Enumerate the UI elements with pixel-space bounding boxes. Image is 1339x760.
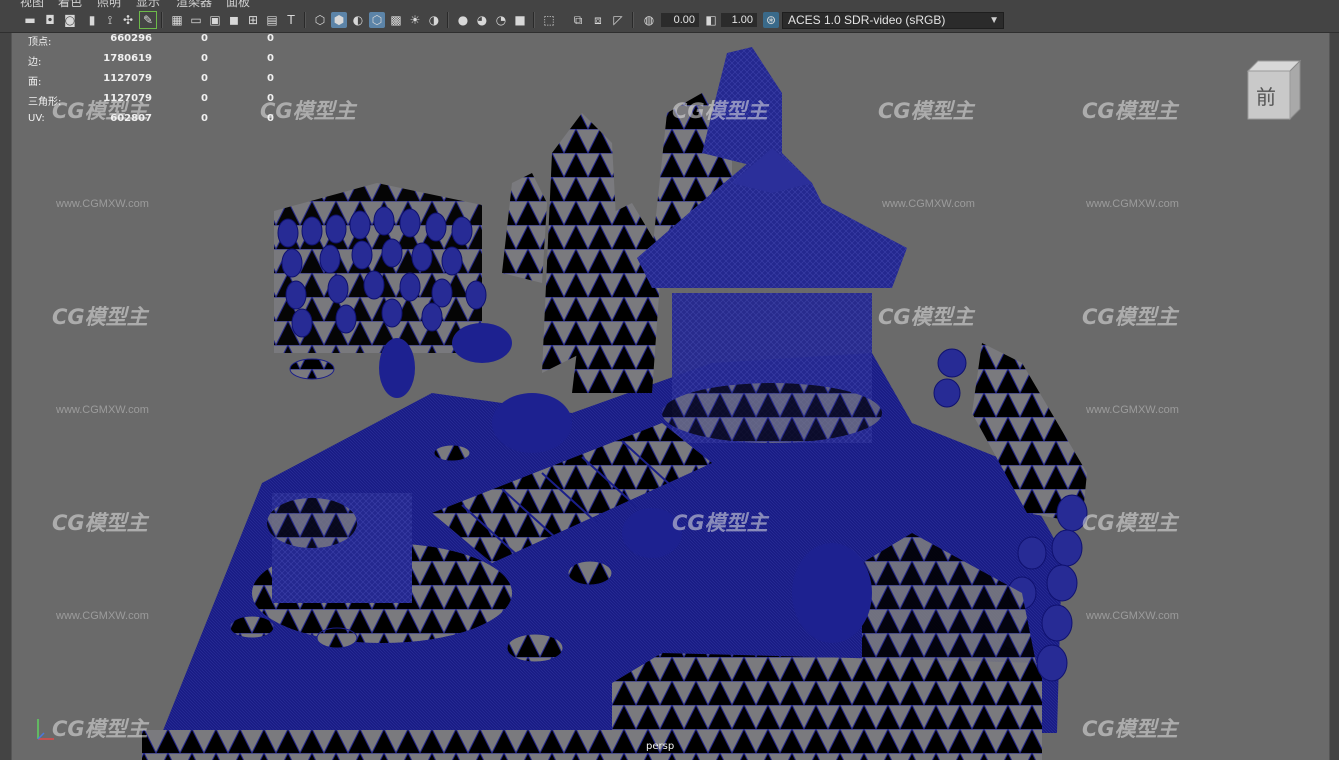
left-panel-edge xyxy=(0,33,11,760)
stat-value: 0 xyxy=(201,93,208,104)
xray-active-icon[interactable]: ■ xyxy=(512,12,528,28)
watermark-url: www.CGMXW.com xyxy=(1086,198,1179,210)
wireframe-icon[interactable]: ⊞ xyxy=(245,12,261,28)
textured-icon[interactable]: ⬡ xyxy=(312,12,328,28)
xray-icon[interactable]: ◕ xyxy=(474,12,490,28)
axis-gizmo xyxy=(37,719,54,740)
pavilion-platform xyxy=(662,383,882,443)
resolution-gate-icon[interactable]: ✎ xyxy=(139,11,157,29)
watermark-logo: CG模型主 xyxy=(52,305,148,329)
screen-space-ao-icon[interactable]: ⬡ xyxy=(369,12,385,28)
gamma-icon[interactable]: ◧ xyxy=(703,12,719,28)
base-skirt xyxy=(142,730,612,760)
watermark-logo: CG模型主 xyxy=(878,305,974,329)
stat-label: 边: xyxy=(28,57,42,68)
stat-value: 1127079 xyxy=(103,73,152,84)
menu-shading[interactable]: 着色 xyxy=(58,0,82,8)
watermark-logo: CG模型主 xyxy=(52,511,148,535)
smooth-shade-icon[interactable]: ▤ xyxy=(264,12,280,28)
stat-label: 面: xyxy=(28,77,42,88)
select-camera-icon[interactable]: ⧉ xyxy=(570,12,586,28)
exposure-field[interactable]: 0.00 xyxy=(661,13,699,27)
stat-value: 0 xyxy=(201,33,208,44)
color-space-value: ACES 1.0 SDR-video (sRGB) xyxy=(788,13,946,27)
flip-icon[interactable]: ◸ xyxy=(610,12,626,28)
stat-value: 0 xyxy=(267,93,274,104)
camera-attr-icon[interactable]: ◘ xyxy=(42,12,58,28)
3d-viewport[interactable]: CG模型主 CG模型主 CG模型主 CG模型主 CG模型主 CG模型主 CG模型… xyxy=(11,33,1330,760)
grid-icon[interactable]: ⟟ xyxy=(102,12,118,28)
gamma-field[interactable]: 1.00 xyxy=(721,13,757,27)
bookmark-icon[interactable]: ◙ xyxy=(62,12,78,28)
watermark-url: www.CGMXW.com xyxy=(56,610,149,622)
motion-blur-icon[interactable]: ▩ xyxy=(388,12,404,28)
color-space-select[interactable]: ACES 1.0 SDR-video (sRGB) ▼ xyxy=(782,12,1004,29)
stat-value: 0 xyxy=(201,73,208,84)
stat-label: 顶点: xyxy=(28,37,52,48)
menu-bar: 视图 着色 照明 显示 渲染器 面板 xyxy=(0,0,1339,8)
stat-label: 三角形: xyxy=(28,97,62,108)
menu-lighting[interactable]: 照明 xyxy=(97,0,121,8)
gate-mask-icon[interactable]: ▦ xyxy=(169,12,185,28)
two-sided-icon[interactable]: ⧈ xyxy=(590,12,606,28)
rock-d xyxy=(502,173,547,283)
menu-show[interactable]: 显示 xyxy=(136,0,160,8)
menu-view[interactable]: 视图 xyxy=(20,0,44,8)
view-cube[interactable]: 前 xyxy=(1244,59,1304,129)
watermark-url: www.CGMXW.com xyxy=(882,198,975,210)
watermark-logo: CG模型主 xyxy=(878,99,974,123)
watermark-logo: CG模型主 xyxy=(1082,99,1178,123)
watermark-logo: CG模型主 xyxy=(672,99,768,123)
field-chart-icon[interactable]: ▭ xyxy=(188,12,204,28)
stat-value: 0 xyxy=(267,33,274,44)
watermark-url: www.CGMXW.com xyxy=(1086,610,1179,622)
camera-icon[interactable]: ▬ xyxy=(22,12,38,28)
xray-joints-icon[interactable]: ◔ xyxy=(493,12,509,28)
film-gate-icon[interactable]: ✣ xyxy=(120,12,136,28)
watermark-logo: CG模型主 xyxy=(1082,305,1178,329)
stat-value: 1780619 xyxy=(103,53,152,64)
deck-roof xyxy=(267,498,357,548)
color-management-icon[interactable]: ⊛ xyxy=(763,12,779,28)
watermark-logo: CG模型主 xyxy=(672,511,768,535)
watermark-url: www.CGMXW.com xyxy=(56,404,149,416)
stat-value: 602807 xyxy=(110,113,152,124)
shadows-icon[interactable]: ◐ xyxy=(350,12,366,28)
wireframe-on-shaded-icon[interactable]: T xyxy=(283,12,299,28)
watermark-logo: CG模型主 xyxy=(260,99,356,123)
stat-value: 660296 xyxy=(110,33,152,44)
stat-value: 0 xyxy=(267,53,274,64)
watermark-logo: CG模型主 xyxy=(1082,717,1178,741)
watermark-url: www.CGMXW.com xyxy=(56,198,149,210)
menu-panels[interactable]: 面板 xyxy=(226,0,250,8)
viewport-toolbar: ▬ ◘ ◙ ▮ ⟟ ✣ ✎ ▦ ▭ ▣ ◼ ⊞ ▤ T ⬡ ⬢ ◐ ⬡ ▩ ☀ … xyxy=(0,8,1339,33)
watermark-logo: CG模型主 xyxy=(1082,511,1178,535)
stat-value: 0 xyxy=(201,113,208,124)
view-cube-front-label: 前 xyxy=(1256,85,1276,109)
watermark-url: www.CGMXW.com xyxy=(1086,404,1179,416)
menu-renderer[interactable]: 渲染器 xyxy=(176,0,212,8)
depth-of-field-icon[interactable]: ◑ xyxy=(426,12,442,28)
safe-title-icon[interactable]: ◼ xyxy=(226,12,242,28)
stat-label: UV: xyxy=(28,113,45,124)
isolate-select-icon[interactable]: ● xyxy=(455,12,471,28)
camera-label: persp xyxy=(646,741,675,752)
safe-action-icon[interactable]: ▣ xyxy=(207,12,223,28)
exposure-icon[interactable]: ◍ xyxy=(641,12,657,28)
stat-value: 1127079 xyxy=(103,93,152,104)
watermark-logo: CG模型主 xyxy=(52,717,148,741)
anti-aliasing-icon[interactable]: ☀ xyxy=(407,12,423,28)
backface-culling-icon[interactable]: ⬚ xyxy=(541,12,557,28)
use-lights-icon[interactable]: ⬢ xyxy=(331,12,347,28)
image-plane-icon[interactable]: ▮ xyxy=(84,12,100,28)
stat-value: 0 xyxy=(267,73,274,84)
stat-value: 0 xyxy=(267,113,274,124)
stat-value: 0 xyxy=(201,53,208,64)
wireframe-scene xyxy=(142,47,1088,760)
dropdown-arrow-icon[interactable]: ▼ xyxy=(989,13,999,28)
